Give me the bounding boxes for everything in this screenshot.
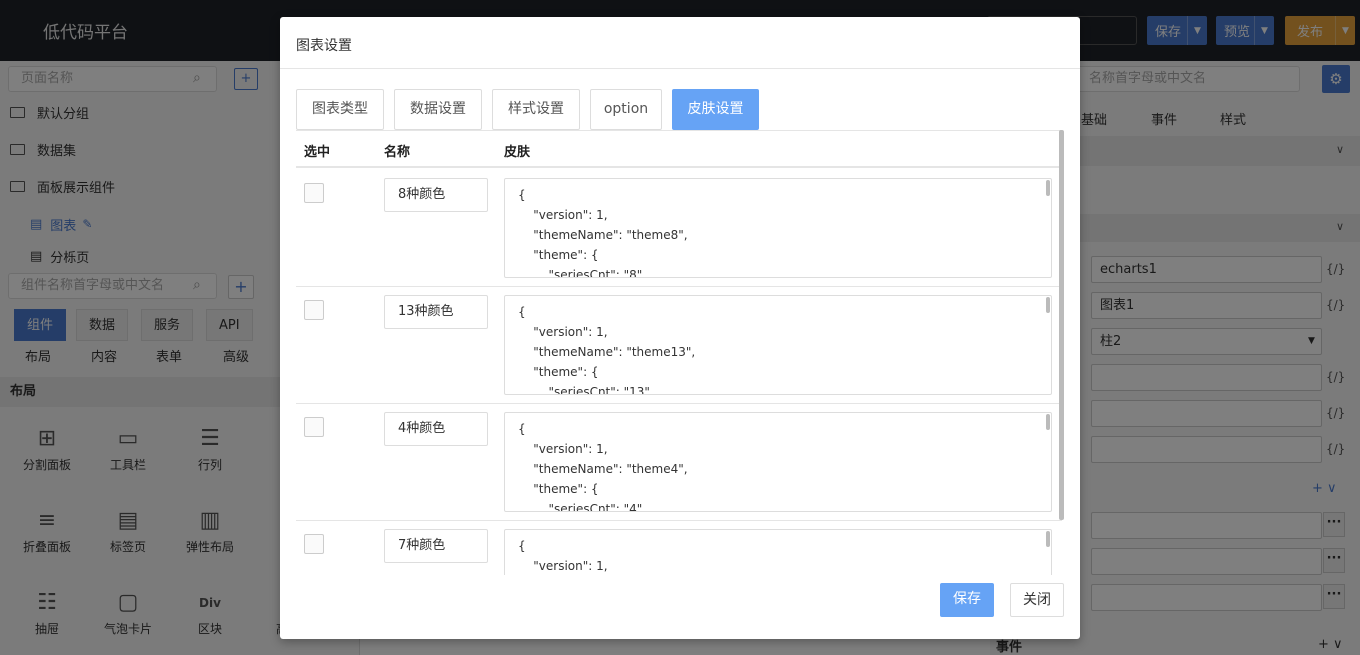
code-line: { [518, 305, 526, 319]
table-row: 13种颜色 { "version": 1, "themeName": "them… [296, 287, 1062, 404]
row-checkbox[interactable] [304, 300, 324, 320]
dialog-title: 图表设置 [296, 38, 352, 54]
scrollbar[interactable] [1046, 531, 1050, 547]
skin-json-editor[interactable]: { "version": 1, "themeName": "theme13", … [504, 295, 1052, 395]
code-line: { [518, 188, 526, 202]
scrollbar[interactable] [1046, 414, 1050, 430]
skin-json-editor[interactable]: { "version": 1, [504, 529, 1052, 575]
tab-style-settings[interactable]: 样式设置 [492, 89, 580, 130]
save-button[interactable]: 保存 [940, 583, 994, 617]
code-line: "seriesCnt": "4", [518, 502, 647, 512]
table-row: 4种颜色 { "version": 1, "themeName": "theme… [296, 404, 1062, 521]
row-checkbox[interactable] [304, 417, 324, 437]
theme-name-field[interactable]: 7种颜色 [384, 529, 488, 563]
code-line: "version": 1, [518, 442, 608, 456]
table-row: 8种颜色 { "version": 1, "themeName": "theme… [296, 170, 1062, 287]
code-line: { [518, 539, 526, 553]
code-line: "themeName": "theme8", [518, 228, 688, 242]
row-checkbox[interactable] [304, 183, 324, 203]
chart-settings-dialog: 图表设置 图表类型 数据设置 样式设置 option 皮肤设置 选中 名称 皮肤… [280, 17, 1080, 639]
row-checkbox[interactable] [304, 534, 324, 554]
column-skin: 皮肤 [504, 145, 531, 160]
tab-skin-settings[interactable]: 皮肤设置 [672, 89, 759, 130]
code-line: { [518, 422, 526, 436]
close-button[interactable]: 关闭 [1010, 583, 1064, 617]
column-select: 选中 [304, 145, 331, 160]
scrollbar[interactable] [1046, 180, 1050, 196]
theme-name-field[interactable]: 8种颜色 [384, 178, 488, 212]
skin-table-header: 选中 名称 皮肤 [296, 130, 1062, 168]
column-name: 名称 [384, 145, 411, 160]
code-line: "theme": { [518, 248, 599, 262]
code-line: "seriesCnt": "13", [518, 385, 654, 395]
code-line: "version": 1, [518, 559, 608, 573]
code-line: "theme": { [518, 365, 599, 379]
divider [280, 68, 1080, 69]
table-scrollbar[interactable] [1059, 130, 1064, 520]
code-line: "seriesCnt": "8", [518, 268, 647, 278]
theme-name-field[interactable]: 4种颜色 [384, 412, 488, 446]
code-line: "version": 1, [518, 325, 608, 339]
skin-json-editor[interactable]: { "version": 1, "themeName": "theme8", "… [504, 178, 1052, 278]
code-line: "version": 1, [518, 208, 608, 222]
tab-data-settings[interactable]: 数据设置 [394, 89, 482, 130]
code-line: "theme": { [518, 482, 599, 496]
table-row: 7种颜色 { "version": 1, [296, 521, 1062, 575]
code-line: "themeName": "theme4", [518, 462, 688, 476]
scrollbar[interactable] [1046, 297, 1050, 313]
tab-option[interactable]: option [590, 89, 662, 130]
skin-json-editor[interactable]: { "version": 1, "themeName": "theme4", "… [504, 412, 1052, 512]
code-line: "themeName": "theme13", [518, 345, 696, 359]
theme-name-field[interactable]: 13种颜色 [384, 295, 488, 329]
tab-chart-type[interactable]: 图表类型 [296, 89, 384, 130]
skin-table-body: 8种颜色 { "version": 1, "themeName": "theme… [296, 170, 1062, 575]
